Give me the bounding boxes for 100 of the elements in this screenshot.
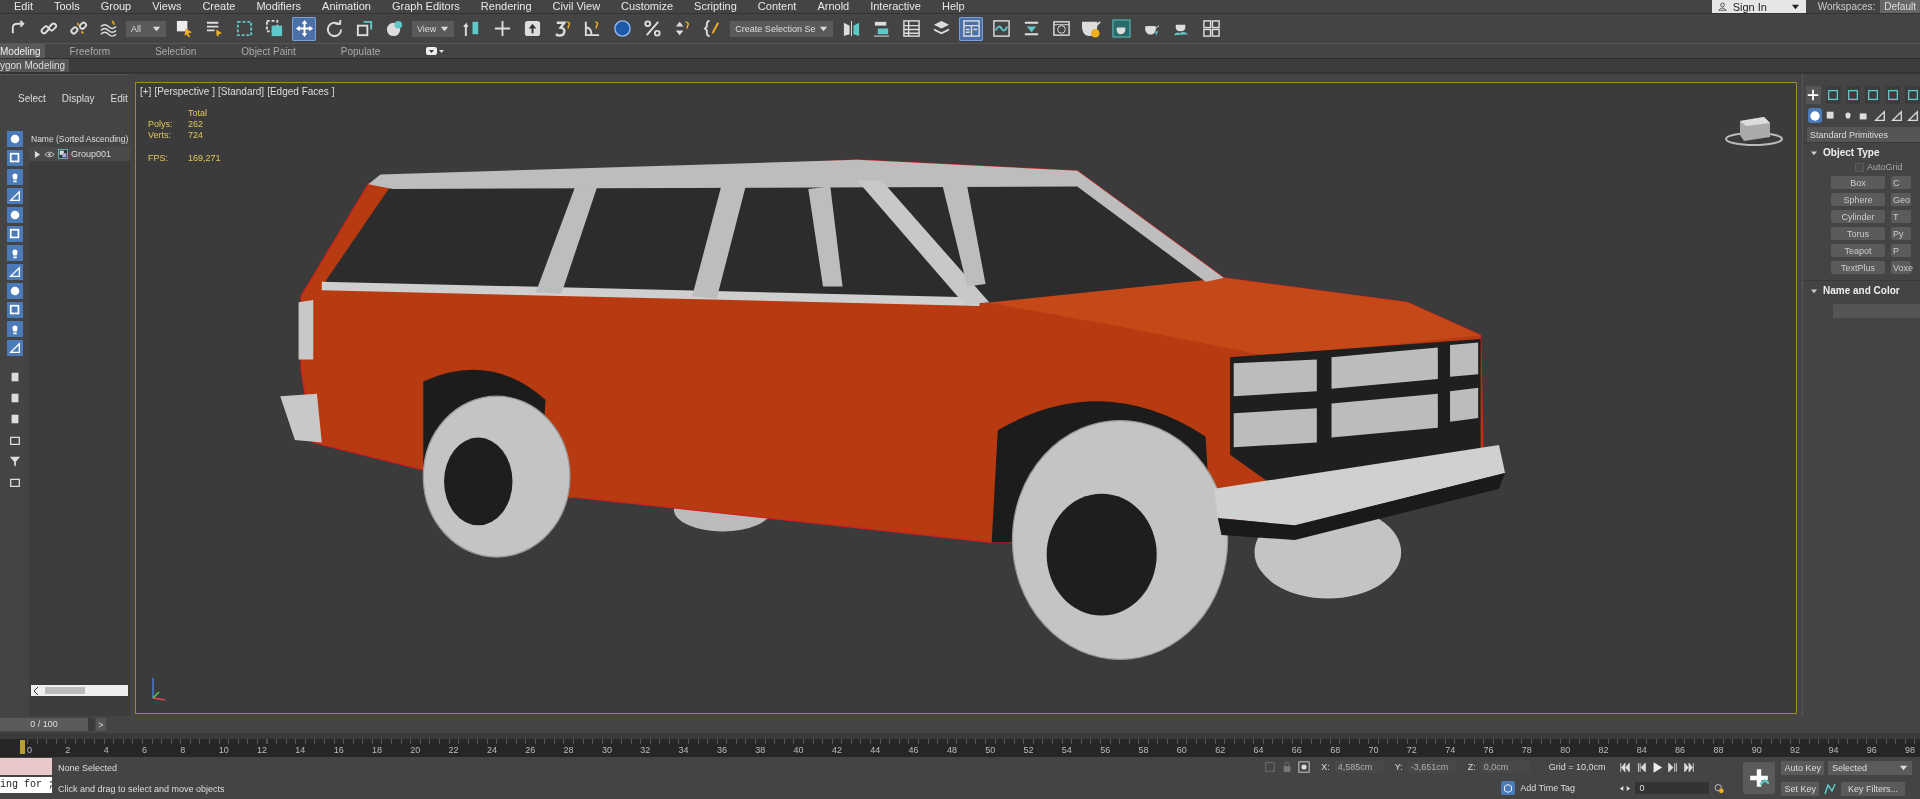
frame-tick-label: 10 (218, 744, 230, 757)
command-tab[interactable] (1806, 86, 1821, 104)
filter-toggle[interactable] (7, 169, 23, 185)
ribbon-tab[interactable]: Freeform (69, 44, 131, 58)
filter-toggle[interactable] (7, 150, 23, 166)
toolbar-dropdown[interactable]: Create Selection Se (730, 20, 834, 37)
column-header[interactable]: Name (Sorted Ascending) (29, 131, 130, 147)
key-filter-icon[interactable] (1823, 781, 1837, 796)
category-button[interactable] (1808, 108, 1823, 123)
ribbon-tab[interactable]: Selection (155, 44, 217, 58)
primitive-button[interactable]: Sphere (1831, 193, 1885, 206)
menu-item[interactable]: Group (100, 0, 132, 13)
toolbar-dropdown[interactable]: View (412, 20, 455, 37)
primitive-button[interactable]: Torus (1831, 227, 1885, 240)
ribbon-panel-title[interactable]: ygon Modeling (0, 59, 70, 72)
frame-tick-label: 38 (755, 744, 767, 757)
time-tag-icon[interactable] (1501, 781, 1516, 795)
toolbar-dropdown[interactable]: All (126, 20, 166, 37)
perspective-viewport[interactable]: [+] [Perspective ] [Standard] [Edged Faces ] Total Polys: 262 Verts: 724 FPS: 169,271 (135, 82, 1797, 714)
menu-item[interactable]: Civil View (552, 0, 601, 13)
explorer-menu-item[interactable]: Edit (110, 93, 128, 115)
menu-item[interactable]: Interactive (870, 0, 921, 13)
workspace-dropdown[interactable]: Default (1880, 0, 1920, 13)
toggle-caret-icon[interactable] (425, 46, 446, 56)
rollout-title[interactable]: Object Type (1823, 147, 1880, 158)
primitives-dropdown[interactable]: Standard Primitives (1807, 127, 1920, 142)
timeline-ruler[interactable]: 0 2 4 6 8 10 12 14 16 18 20 22 24 26 28 30 32 34 36 38 40 42 44 46 48 50 52 54 56 58 60 62 64 66 68 70 72 74 76 78 80 82 84 86 88 90 92 94 96 98 (0, 733, 1920, 757)
broken-chain-icon (68, 19, 88, 38)
toolbar-button[interactable] (292, 16, 316, 41)
primitive-button[interactable]: Box (1831, 176, 1885, 189)
viewport-label[interactable]: [Perspective ] (154, 86, 215, 97)
filter-toggle[interactable] (7, 131, 23, 147)
frame-number-field[interactable]: 0 (1635, 782, 1710, 795)
primitive-button[interactable]: T (1891, 210, 1911, 223)
user-icon (1717, 2, 1727, 11)
menu-item[interactable]: Customize (621, 0, 674, 13)
percent-icon (642, 19, 662, 38)
menu-item[interactable]: Arnold (817, 0, 850, 13)
menu-item[interactable]: Help (941, 0, 965, 13)
frame-tick-label: 30 (601, 744, 613, 757)
ribbon-tab[interactable]: Modeling (0, 44, 45, 58)
cross-arrows-icon (492, 19, 512, 38)
time-configuration-icon[interactable] (1713, 782, 1726, 794)
viewport-label[interactable]: [+] (140, 86, 152, 97)
primitive-button[interactable]: P (1891, 244, 1911, 257)
menu-item[interactable]: Rendering (480, 0, 532, 13)
menu-item[interactable]: Graph Editors (391, 0, 460, 13)
set-keys-button[interactable] (1743, 762, 1776, 794)
sign-in-dropdown[interactable]: Sign In (1711, 0, 1806, 13)
next-frame-icon[interactable] (1667, 761, 1680, 773)
rollout-title[interactable]: Name and Color (1823, 285, 1900, 296)
set-key-button[interactable]: Set Key (1781, 781, 1819, 796)
frame-tick-label: 52 (1023, 744, 1035, 757)
horizontal-scrollbar[interactable] (31, 685, 128, 696)
key-mode-dropdown[interactable]: Selected (1828, 760, 1912, 775)
viewport-label[interactable]: [Standard] (218, 86, 265, 97)
explorer-menu-item[interactable]: Display (61, 93, 95, 115)
go-to-start-icon[interactable] (1619, 761, 1632, 773)
funnel-icon[interactable] (9, 455, 21, 467)
expand-triangle-icon[interactable] (34, 150, 41, 158)
ribbon-tab[interactable]: Populate (340, 44, 401, 58)
script-listener-input[interactable]: ing for ; (0, 777, 52, 793)
viewport-label[interactable]: [Edged Faces ] (267, 86, 335, 97)
menu-item[interactable]: Content (757, 0, 797, 13)
current-frame-marker[interactable] (20, 740, 25, 754)
square-icon[interactable] (9, 392, 21, 404)
primitive-button[interactable]: Cylinder (1831, 210, 1885, 223)
play-icon[interactable] (1651, 761, 1664, 773)
sphere-icon (9, 133, 21, 145)
menu-item[interactable]: Animation (322, 0, 371, 13)
primitive-button[interactable]: Geo (1891, 193, 1911, 206)
stats-header: Total (188, 108, 208, 118)
toolbar-button[interactable] (1109, 16, 1134, 41)
menu-item[interactable]: Edit (14, 0, 33, 13)
document-icon[interactable] (9, 371, 21, 383)
explorer-menu-item[interactable]: Select (18, 93, 46, 115)
expand-triangle-icon[interactable] (1811, 287, 1817, 294)
next-frame-button[interactable]: > (96, 718, 106, 731)
menu-item[interactable]: Tools (53, 0, 80, 13)
add-time-tag-label[interactable]: Add Time Tag (1520, 783, 1576, 793)
menu-item[interactable]: Scripting (694, 0, 737, 13)
primitive-button[interactable]: C (1891, 176, 1911, 189)
key-filters-button[interactable]: Key Filters... (1841, 781, 1905, 796)
frame-tick-label: 48 (946, 744, 958, 757)
primitive-button[interactable]: Teapot (1831, 244, 1885, 257)
menu-item[interactable]: Modifiers (256, 0, 302, 13)
scroll-left-icon[interactable] (33, 686, 39, 695)
fps-label: FPS: (148, 153, 169, 163)
transform-mode-icon[interactable] (1298, 761, 1311, 773)
expand-triangle-icon[interactable] (1811, 149, 1817, 156)
primitive-button[interactable]: Voxe (1891, 261, 1911, 274)
previous-frame-icon[interactable] (1635, 761, 1648, 773)
auto-key-button[interactable]: Auto Key (1781, 760, 1824, 775)
ribbon-tab[interactable]: Object Paint (241, 44, 316, 58)
menu-item[interactable]: Views (152, 0, 182, 13)
toolbar-button[interactable] (959, 16, 984, 41)
primitive-button[interactable]: Py (1891, 227, 1911, 240)
menu-item[interactable]: Create (202, 0, 236, 13)
go-to-end-icon[interactable] (1683, 761, 1696, 773)
primitive-button[interactable]: TextPlus (1831, 261, 1885, 274)
